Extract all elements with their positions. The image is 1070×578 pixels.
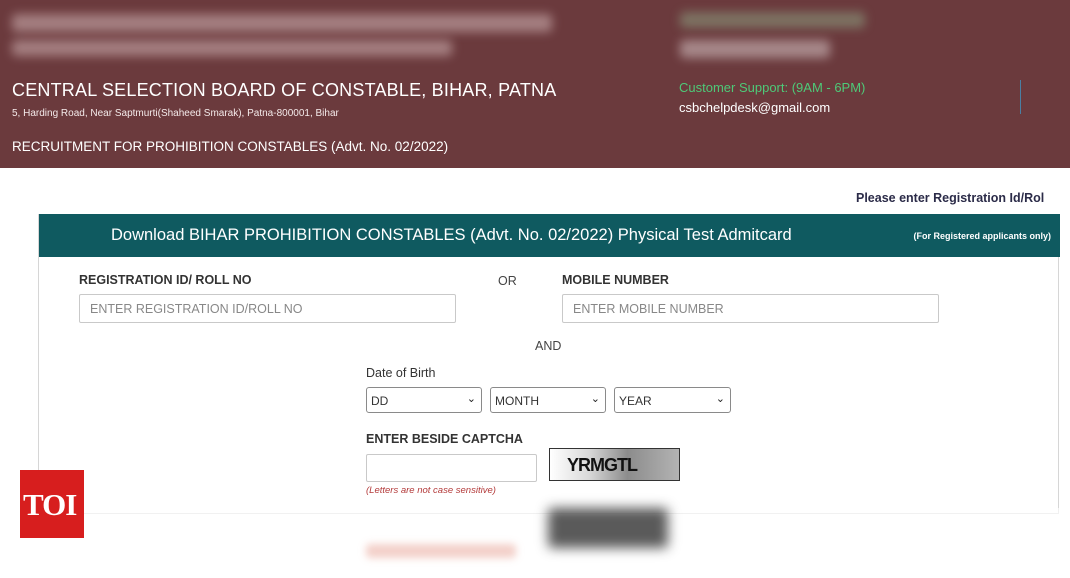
support-label: Customer Support: (9AM - 6PM)	[679, 80, 866, 95]
mobile-label: MOBILE NUMBER	[562, 273, 669, 287]
dob-year-value: YEAR	[619, 394, 652, 408]
blurred-heading	[12, 14, 552, 32]
scrolling-notice: Please enter Registration Id/Rol	[856, 191, 1045, 205]
recruitment-title: RECRUITMENT FOR PROHIBITION CONSTABLES (…	[12, 139, 449, 154]
toi-logo: TOI	[20, 470, 84, 538]
admitcard-panel: Download BIHAR PROHIBITION CONSTABLES (A…	[38, 214, 1060, 514]
panel-note: (For Registered applicants only)	[913, 231, 1051, 241]
captcha-label: ENTER BESIDE CAPTCHA	[366, 432, 523, 446]
registration-input[interactable]	[79, 294, 456, 323]
org-name: CENTRAL SELECTION BOARD OF CONSTABLE, BI…	[12, 80, 557, 100]
dob-label: Date of Birth	[366, 366, 436, 380]
blurred-contact-value	[680, 40, 830, 58]
panel-header: Download BIHAR PROHIBITION CONSTABLES (A…	[39, 214, 1060, 257]
toi-logo-text: TOI	[23, 487, 77, 522]
site-header: CENTRAL SELECTION BOARD OF CONSTABLE, BI…	[0, 0, 1070, 168]
dob-month-value: MONTH	[495, 394, 539, 408]
captcha-input[interactable]	[366, 454, 537, 482]
dob-year-select[interactable]: YEAR ⌄	[614, 387, 731, 413]
header-divider	[1020, 80, 1021, 114]
chevron-down-icon: ⌄	[715, 393, 725, 405]
blurred-link	[366, 544, 516, 558]
org-address: 5, Harding Road, Near Saptmurti(Shaheed …	[12, 108, 339, 119]
captcha-hint: (Letters are not case sensitive)	[366, 485, 496, 496]
faded-bottom-area	[0, 508, 1070, 578]
dob-day-select[interactable]: DD ⌄	[366, 387, 482, 413]
support-email[interactable]: csbchelpdesk@gmail.com	[679, 100, 830, 115]
and-separator: AND	[535, 339, 562, 353]
dob-month-select[interactable]: MONTH ⌄	[490, 387, 606, 413]
dob-day-value: DD	[371, 394, 389, 408]
chevron-down-icon: ⌄	[590, 393, 600, 405]
captcha-image: YRMGTL	[549, 448, 680, 481]
registration-label: REGISTRATION ID/ ROLL NO	[79, 273, 252, 287]
mobile-input[interactable]	[562, 294, 939, 323]
captcha-text: YRMGTL	[567, 455, 638, 475]
chevron-down-icon: ⌄	[466, 393, 476, 405]
blurred-contact-label	[680, 12, 865, 28]
or-separator: OR	[498, 274, 517, 288]
blurred-button	[548, 508, 668, 548]
panel-title: Download BIHAR PROHIBITION CONSTABLES (A…	[111, 226, 792, 244]
blurred-subheading	[12, 40, 452, 56]
